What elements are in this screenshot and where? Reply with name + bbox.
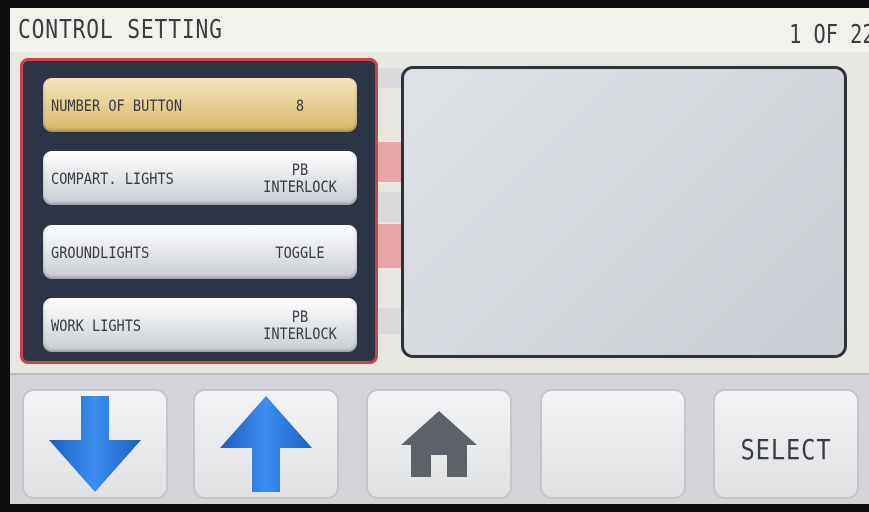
page-counter: 1 OF 22 <box>789 20 869 50</box>
setting-label: WORK LIGHTS <box>51 315 142 335</box>
scroll-down-button[interactable] <box>22 389 168 499</box>
arrow-up-icon <box>220 396 312 492</box>
preview-display <box>401 66 847 358</box>
setting-value: TOGGLE <box>275 242 325 262</box>
setting-value: PB INTERLOCK <box>263 160 337 196</box>
setting-work-lights[interactable]: WORK LIGHTS PB INTERLOCK <box>43 298 357 352</box>
setting-value: PB INTERLOCK <box>263 307 337 343</box>
scroll-up-button[interactable] <box>193 389 339 499</box>
setting-groundlights[interactable]: GROUNDLIGHTS TOGGLE <box>43 225 357 279</box>
setting-label: GROUNDLIGHTS <box>51 242 150 262</box>
setting-value: 8 <box>295 95 305 115</box>
touch-screen: CONTROL SETTING 1 OF 22 NUMBER OF BUTTON… <box>10 8 869 504</box>
arrow-down-icon <box>49 396 141 492</box>
setting-label: NUMBER OF BUTTON <box>51 95 183 115</box>
setting-number-of-button[interactable]: NUMBER OF BUTTON 8 <box>43 78 357 132</box>
settings-panel: NUMBER OF BUTTON 8 COMPART. LIGHTS PB INT… <box>20 58 378 364</box>
setting-label: COMPART. LIGHTS <box>51 168 174 188</box>
blank-button[interactable] <box>540 389 686 499</box>
home-icon <box>401 411 477 477</box>
header-bar: CONTROL SETTING 1 OF 22 <box>10 8 869 52</box>
bottom-toolbar: SELECT <box>10 373 869 504</box>
home-button[interactable] <box>366 389 512 499</box>
select-button[interactable]: SELECT <box>713 389 859 499</box>
setting-compart-lights[interactable]: COMPART. LIGHTS PB INTERLOCK <box>43 151 357 205</box>
select-label: SELECT <box>740 433 832 466</box>
page-title: CONTROL SETTING <box>18 15 223 45</box>
